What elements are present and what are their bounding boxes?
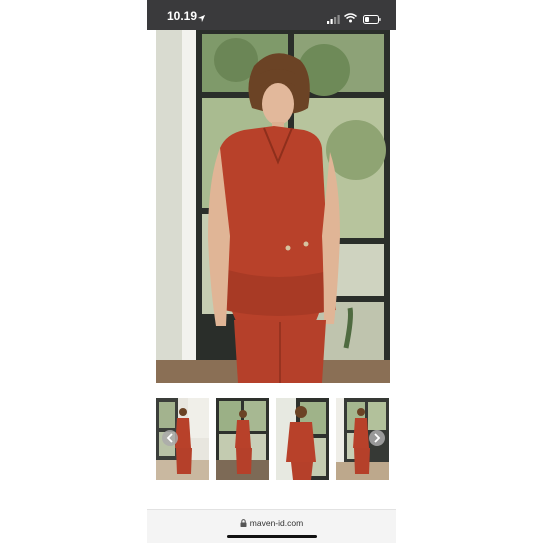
status-bar: 10.19: [147, 0, 396, 30]
lock-icon: [240, 519, 247, 529]
thumbnail-2[interactable]: [216, 398, 269, 480]
phone-screen: 10.19 maven-id.com: [147, 0, 396, 543]
wifi-icon: [344, 10, 357, 28]
previous-image-button[interactable]: [162, 430, 178, 446]
status-time: 10.19: [167, 9, 198, 23]
main-product-image[interactable]: [156, 30, 390, 383]
location-arrow-icon: [197, 10, 206, 28]
next-image-button[interactable]: [369, 430, 385, 446]
url-text: maven-id.com: [249, 518, 304, 528]
home-indicator[interactable]: [227, 535, 317, 538]
battery-icon: [363, 11, 381, 29]
signal-bars-icon: [327, 11, 340, 29]
thumbnail-strip: [156, 398, 390, 480]
url-display[interactable]: maven-id.com: [147, 518, 396, 529]
thumbnail-3[interactable]: [276, 398, 329, 480]
browser-url-bar[interactable]: maven-id.com: [147, 509, 396, 543]
